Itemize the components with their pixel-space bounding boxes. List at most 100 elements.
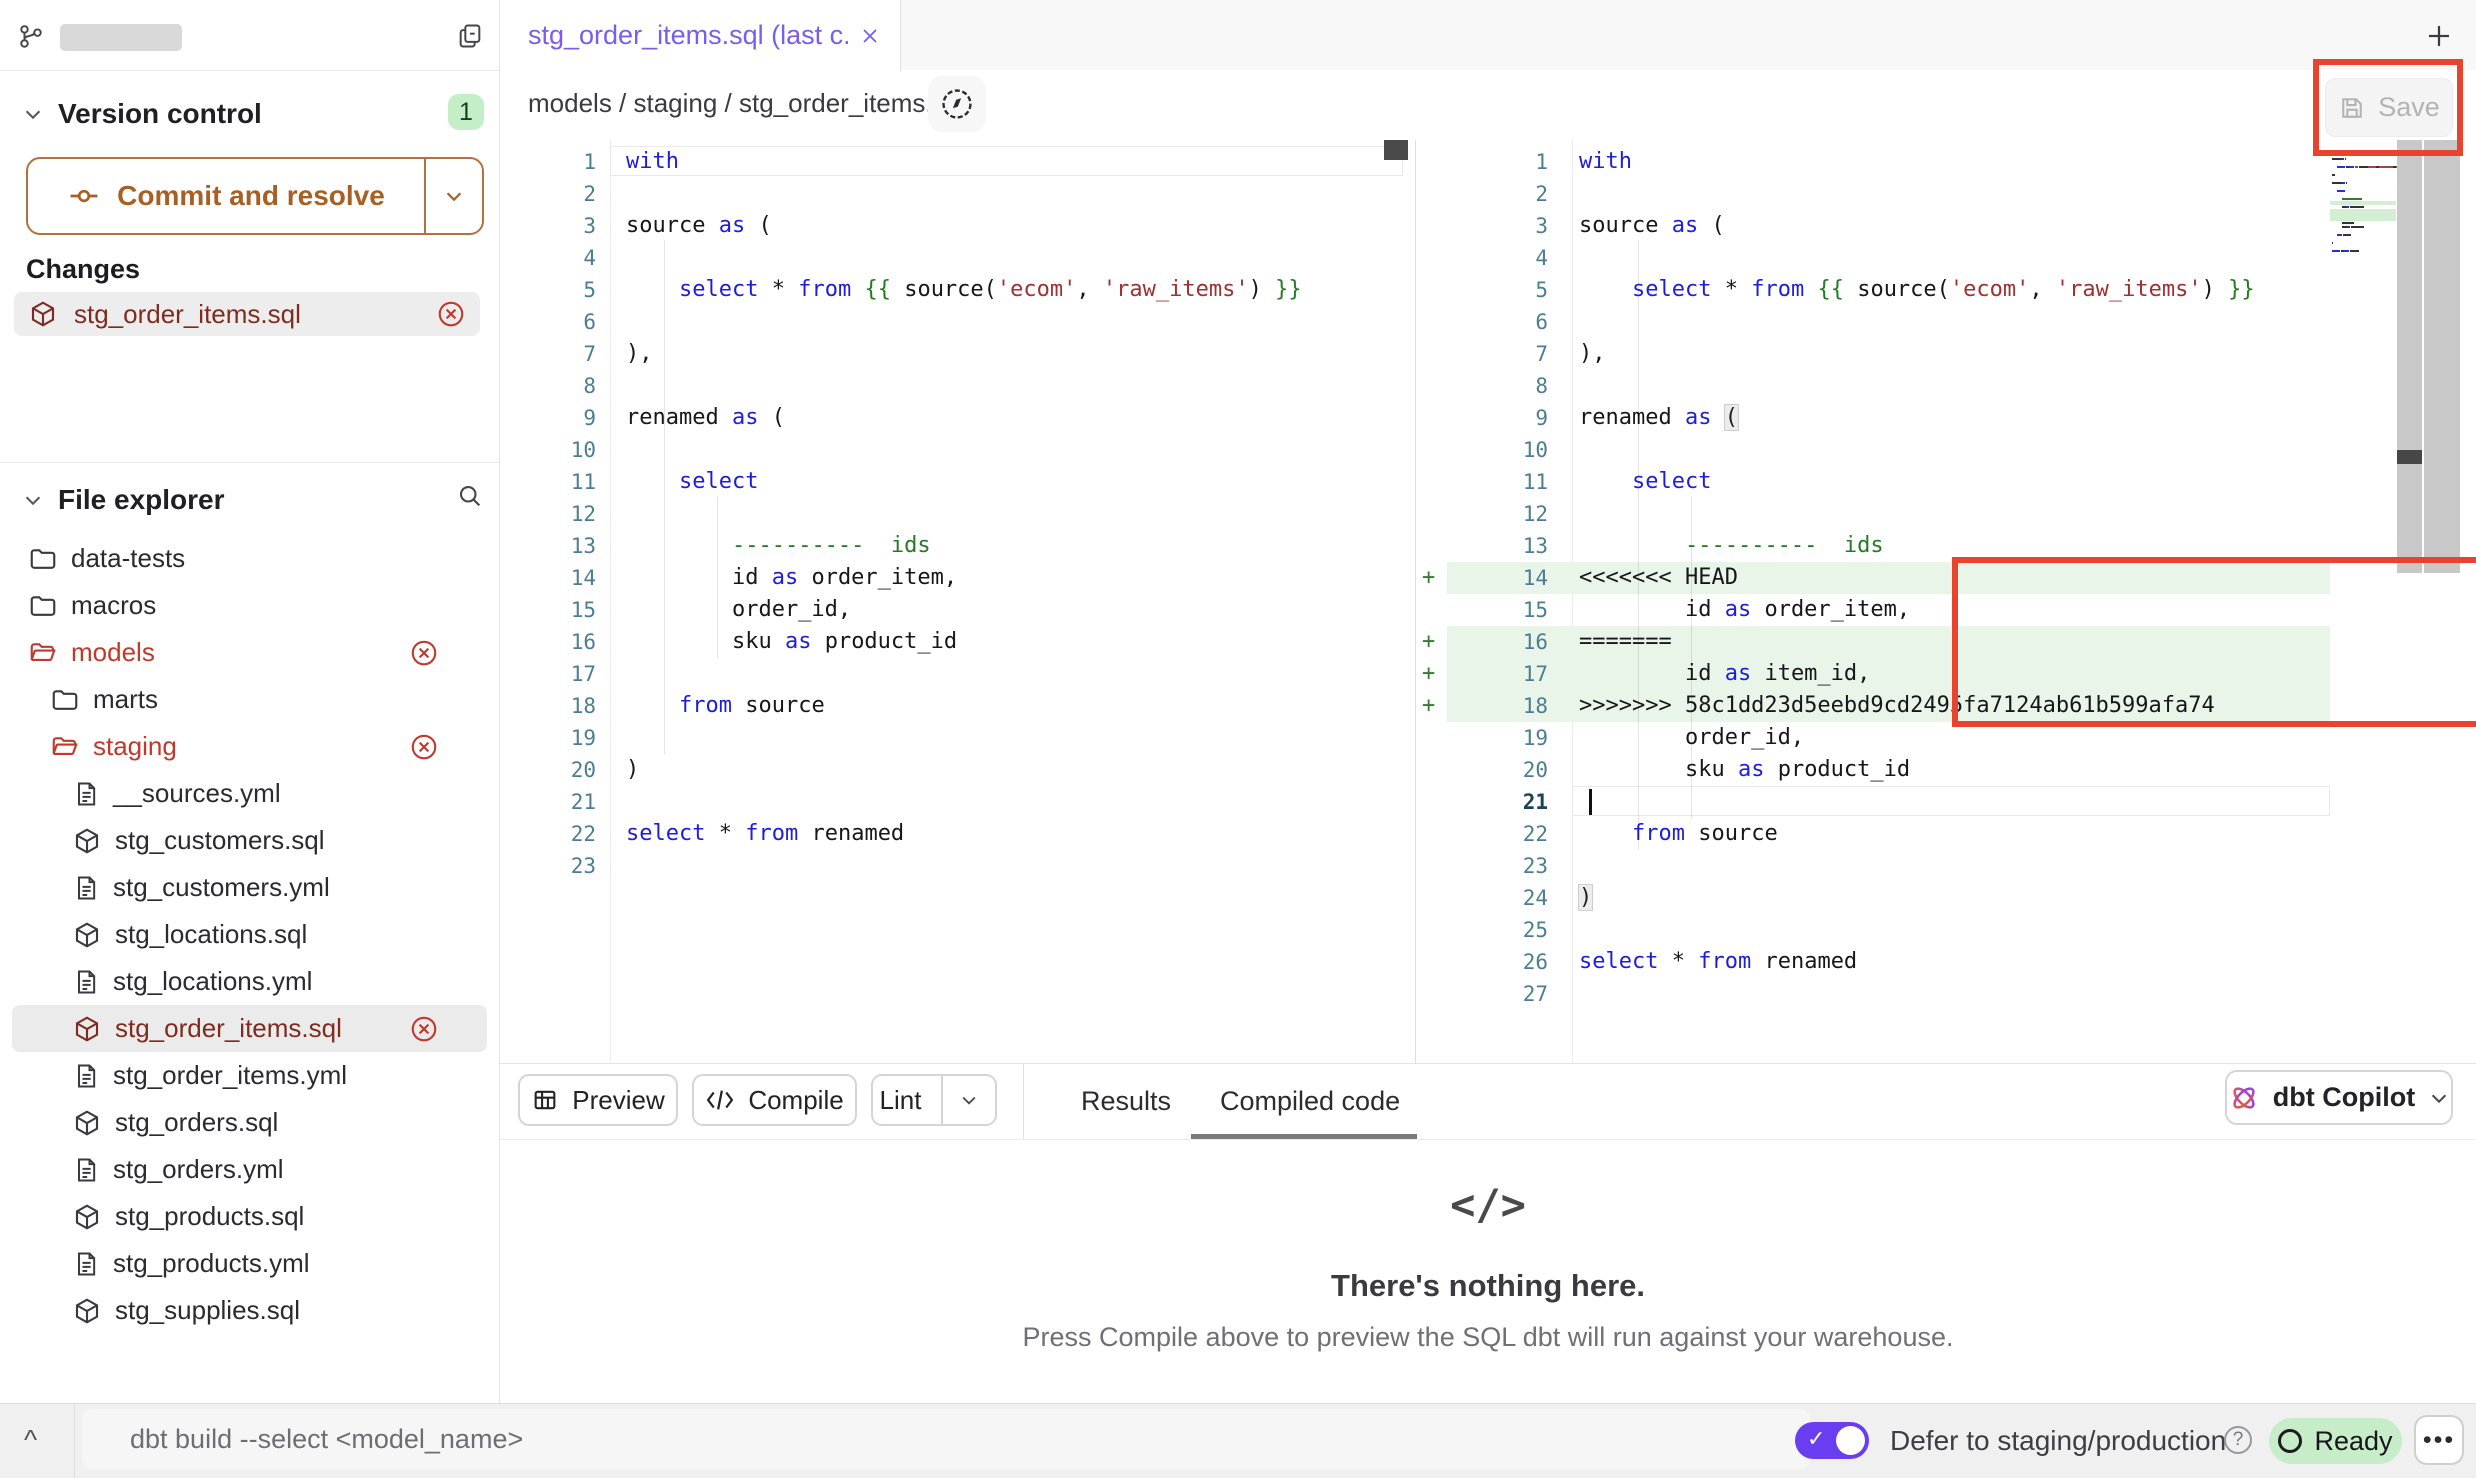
code-line-27[interactable]: 27	[1416, 978, 2476, 1010]
code-line-8[interactable]: 8	[1416, 370, 2476, 402]
version-control-section-header[interactable]: Version control	[22, 94, 482, 134]
dbt-copilot-button[interactable]: dbt Copilot	[2225, 1070, 2453, 1125]
code-line-15[interactable]: 15 id as order_item,	[1416, 594, 2476, 626]
file-tree-item-stg-order-items-sql[interactable]: stg_order_items.sql	[12, 1005, 487, 1052]
discard-change-icon[interactable]	[409, 638, 439, 668]
left-pane-scrollbar-thumb[interactable]	[1384, 140, 1408, 160]
tab-results[interactable]: Results	[1081, 1064, 1171, 1139]
code-line-12[interactable]: 12	[1416, 498, 2476, 530]
close-icon[interactable]	[858, 24, 882, 48]
code-line-18[interactable]: 18 from source	[500, 690, 1415, 722]
file-tree-item-marts[interactable]: marts	[12, 676, 487, 723]
file-tree-item-stg-locations-yml[interactable]: stg_locations.yml	[12, 958, 487, 1005]
code-line-11[interactable]: 11 select	[1416, 466, 2476, 498]
code-line-7[interactable]: 7),	[500, 338, 1415, 370]
code-line-13[interactable]: 13 ---------- ids	[500, 530, 1415, 562]
code-line-17[interactable]: +17 id as item_id,	[1416, 658, 2476, 690]
code-line-9[interactable]: 9renamed as (	[500, 402, 1415, 434]
code-line-23[interactable]: 23	[1416, 850, 2476, 882]
code-line-10[interactable]: 10	[500, 434, 1415, 466]
preview-button[interactable]: Preview	[518, 1074, 678, 1126]
code-line-20[interactable]: 20 sku as product_id	[1416, 754, 2476, 786]
code-line-5[interactable]: 5 select * from {{ source('ecom', 'raw_i…	[1416, 274, 2476, 306]
code-line-4[interactable]: 4	[500, 242, 1415, 274]
discard-change-icon[interactable]	[436, 299, 466, 329]
editor-pane-working-copy[interactable]: 1with23source as (45 select * from {{ so…	[1416, 140, 2476, 1063]
code-line-18[interactable]: +18>>>>>>> 58c1dd23d5eebd9cd2495fa7124ab…	[1416, 690, 2476, 722]
code-line-16[interactable]: 16 sku as product_id	[500, 626, 1415, 658]
ready-status-badge[interactable]: Ready	[2269, 1418, 2402, 1464]
file-tree-item-stg-products-sql[interactable]: stg_products.sql	[12, 1193, 487, 1240]
chevron-up-icon[interactable]: ^	[24, 1424, 37, 1456]
file-tree-item-stg-customers-yml[interactable]: stg_customers.yml	[12, 864, 487, 911]
code-line-6[interactable]: 6	[1416, 306, 2476, 338]
code-line-22[interactable]: 22select * from renamed	[500, 818, 1415, 850]
discard-change-icon[interactable]	[409, 732, 439, 762]
code-line-22[interactable]: 22 from source	[1416, 818, 2476, 850]
code-line-21[interactable]: 21	[1416, 786, 2476, 818]
lint-options-dropdown[interactable]	[941, 1076, 995, 1124]
code-line-16[interactable]: +16=======	[1416, 626, 2476, 658]
search-icon[interactable]	[456, 482, 484, 510]
more-options-button[interactable]: •••	[2414, 1415, 2464, 1465]
code-line-21[interactable]: 21	[500, 786, 1415, 818]
file-tree-item-data-tests[interactable]: data-tests	[12, 535, 487, 582]
code-line-23[interactable]: 23	[500, 850, 1415, 882]
lineage-button[interactable]	[928, 76, 986, 132]
lint-button[interactable]: Lint	[871, 1074, 997, 1126]
new-tab-icon[interactable]	[2424, 21, 2454, 51]
window-scrollbar-track[interactable]	[2424, 140, 2460, 573]
code-line-19[interactable]: 19	[500, 722, 1415, 754]
code-line-7[interactable]: 7),	[1416, 338, 2476, 370]
code-line-4[interactable]: 4	[1416, 242, 2476, 274]
code-line-1[interactable]: 1with	[500, 146, 1415, 178]
code-line-3[interactable]: 3source as (	[1416, 210, 2476, 242]
minimap[interactable]	[2332, 150, 2394, 258]
file-tree-item-stg-products-yml[interactable]: stg_products.yml	[12, 1240, 487, 1287]
code-line-9[interactable]: 9renamed as (	[1416, 402, 2476, 434]
code-line-17[interactable]: 17	[500, 658, 1415, 690]
code-line-24[interactable]: 24)	[1416, 882, 2476, 914]
file-tree-item-models[interactable]: models	[12, 629, 487, 676]
code-line-2[interactable]: 2	[500, 178, 1415, 210]
commit-options-dropdown[interactable]	[424, 159, 482, 233]
file-tree-item-stg-order-items-yml[interactable]: stg_order_items.yml	[12, 1052, 487, 1099]
commit-and-resolve-button[interactable]: Commit and resolve	[26, 157, 484, 235]
file-tree-item-stg-supplies-sql[interactable]: stg_supplies.sql	[12, 1287, 487, 1334]
code-line-1[interactable]: 1with	[1416, 146, 2476, 178]
code-line-13[interactable]: 13 ---------- ids	[1416, 530, 2476, 562]
tab-stg-order-items[interactable]: stg_order_items.sql (last c...	[500, 0, 901, 71]
code-line-12[interactable]: 12	[500, 498, 1415, 530]
tab-compiled-code[interactable]: Compiled code	[1220, 1064, 1400, 1139]
file-tree-item-staging[interactable]: staging	[12, 723, 487, 770]
editor-scrollbar-thumb[interactable]	[2397, 450, 2422, 464]
compile-button[interactable]: Compile	[692, 1074, 857, 1126]
file-tree-item-macros[interactable]: macros	[12, 582, 487, 629]
editor-scrollbar-track[interactable]	[2397, 140, 2422, 573]
code-line-8[interactable]: 8	[500, 370, 1415, 402]
changed-file-item[interactable]: stg_order_items.sql	[14, 292, 480, 336]
code-line-10[interactable]: 10	[1416, 434, 2476, 466]
copy-icon[interactable]	[456, 22, 484, 50]
file-tree-item-stg-orders-sql[interactable]: stg_orders.sql	[12, 1099, 487, 1146]
code-line-5[interactable]: 5 select * from {{ source('ecom', 'raw_i…	[500, 274, 1415, 306]
file-explorer-section-header[interactable]: File explorer	[22, 480, 442, 520]
defer-toggle[interactable]: ✓	[1795, 1422, 1869, 1459]
file-tree-item-stg-orders-yml[interactable]: stg_orders.yml	[12, 1146, 487, 1193]
command-input[interactable]	[82, 1409, 1810, 1469]
code-line-3[interactable]: 3source as (	[500, 210, 1415, 242]
git-branch-icon[interactable]	[18, 22, 44, 52]
code-line-25[interactable]: 25	[1416, 914, 2476, 946]
discard-change-icon[interactable]	[409, 1014, 439, 1044]
code-line-11[interactable]: 11 select	[500, 466, 1415, 498]
file-tree-item--sources-yml[interactable]: __sources.yml	[12, 770, 487, 817]
editor-pane-last-commit[interactable]: 1with23source as (45 select * from {{ so…	[500, 140, 1415, 1063]
code-line-26[interactable]: 26select * from renamed	[1416, 946, 2476, 978]
code-line-19[interactable]: 19 order_id,	[1416, 722, 2476, 754]
save-button[interactable]: Save	[2325, 78, 2453, 137]
file-tree-item-stg-customers-sql[interactable]: stg_customers.sql	[12, 817, 487, 864]
code-line-6[interactable]: 6	[500, 306, 1415, 338]
file-tree-item-stg-locations-sql[interactable]: stg_locations.sql	[12, 911, 487, 958]
code-line-14[interactable]: +14<<<<<<< HEAD	[1416, 562, 2476, 594]
help-icon[interactable]: ?	[2224, 1426, 2252, 1454]
